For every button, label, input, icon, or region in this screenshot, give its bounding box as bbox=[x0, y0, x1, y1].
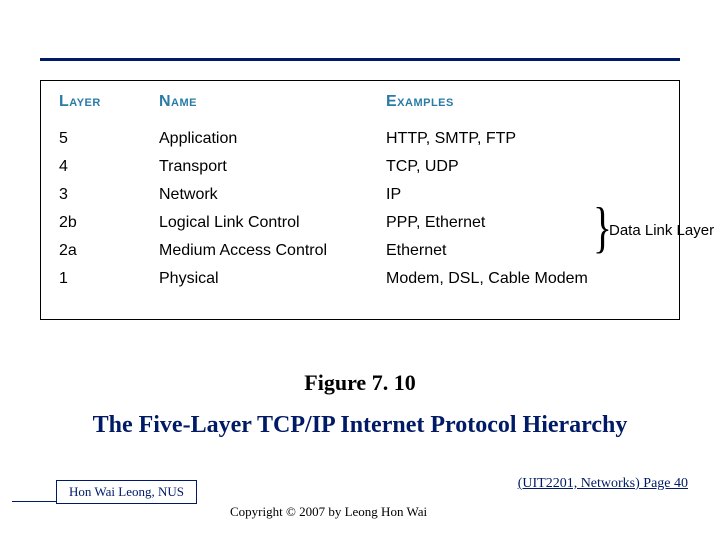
cell-name: Transport bbox=[159, 153, 359, 181]
slide: Layer 5 4 3 2b 2a 1 Name Application Tra… bbox=[0, 0, 720, 540]
cell-examples: Modem, DSL, Cable Modem bbox=[386, 265, 586, 293]
cell-examples: IP bbox=[386, 181, 586, 209]
cell-examples: HTTP, SMTP, FTP bbox=[386, 125, 586, 153]
cell-name: Physical bbox=[159, 265, 359, 293]
header-examples: Examples bbox=[386, 93, 586, 111]
cell-examples: TCP, UDP bbox=[386, 153, 586, 181]
top-rule bbox=[40, 58, 680, 61]
header-name: Name bbox=[159, 93, 359, 111]
col-name: Name Application Transport Network Logic… bbox=[159, 93, 359, 293]
cell-layer: 2b bbox=[59, 209, 139, 237]
cell-examples: Ethernet bbox=[386, 237, 586, 265]
cell-layer: 2a bbox=[59, 237, 139, 265]
cell-layer: 1 bbox=[59, 265, 139, 293]
cell-examples: PPP, Ethernet bbox=[386, 209, 586, 237]
cell-name: Logical Link Control bbox=[159, 209, 359, 237]
figure-number: Figure 7. 10 bbox=[0, 370, 720, 396]
cell-layer: 3 bbox=[59, 181, 139, 209]
col-layer: Layer 5 4 3 2b 2a 1 bbox=[59, 93, 139, 293]
col-examples: Examples HTTP, SMTP, FTP TCP, UDP IP PPP… bbox=[386, 93, 586, 293]
copyright: Copyright © 2007 by Leong Hon Wai bbox=[230, 504, 427, 520]
cell-layer: 4 bbox=[59, 153, 139, 181]
cell-name: Medium Access Control bbox=[159, 237, 359, 265]
author-box: Hon Wai Leong, NUS bbox=[56, 480, 197, 504]
cell-name: Network bbox=[159, 181, 359, 209]
brace-group: } Data Link Layer bbox=[589, 206, 679, 262]
cell-layer: 5 bbox=[59, 125, 139, 153]
layer-table: Layer 5 4 3 2b 2a 1 Name Application Tra… bbox=[40, 80, 680, 320]
figure-title: The Five-Layer TCP/IP Internet Protocol … bbox=[0, 412, 720, 439]
header-layer: Layer bbox=[59, 93, 139, 111]
author-rule bbox=[12, 501, 56, 503]
brace-label: Data Link Layer bbox=[609, 222, 714, 239]
cell-name: Application bbox=[159, 125, 359, 153]
page-reference: (UIT2201, Networks) Page 40 bbox=[518, 476, 688, 492]
